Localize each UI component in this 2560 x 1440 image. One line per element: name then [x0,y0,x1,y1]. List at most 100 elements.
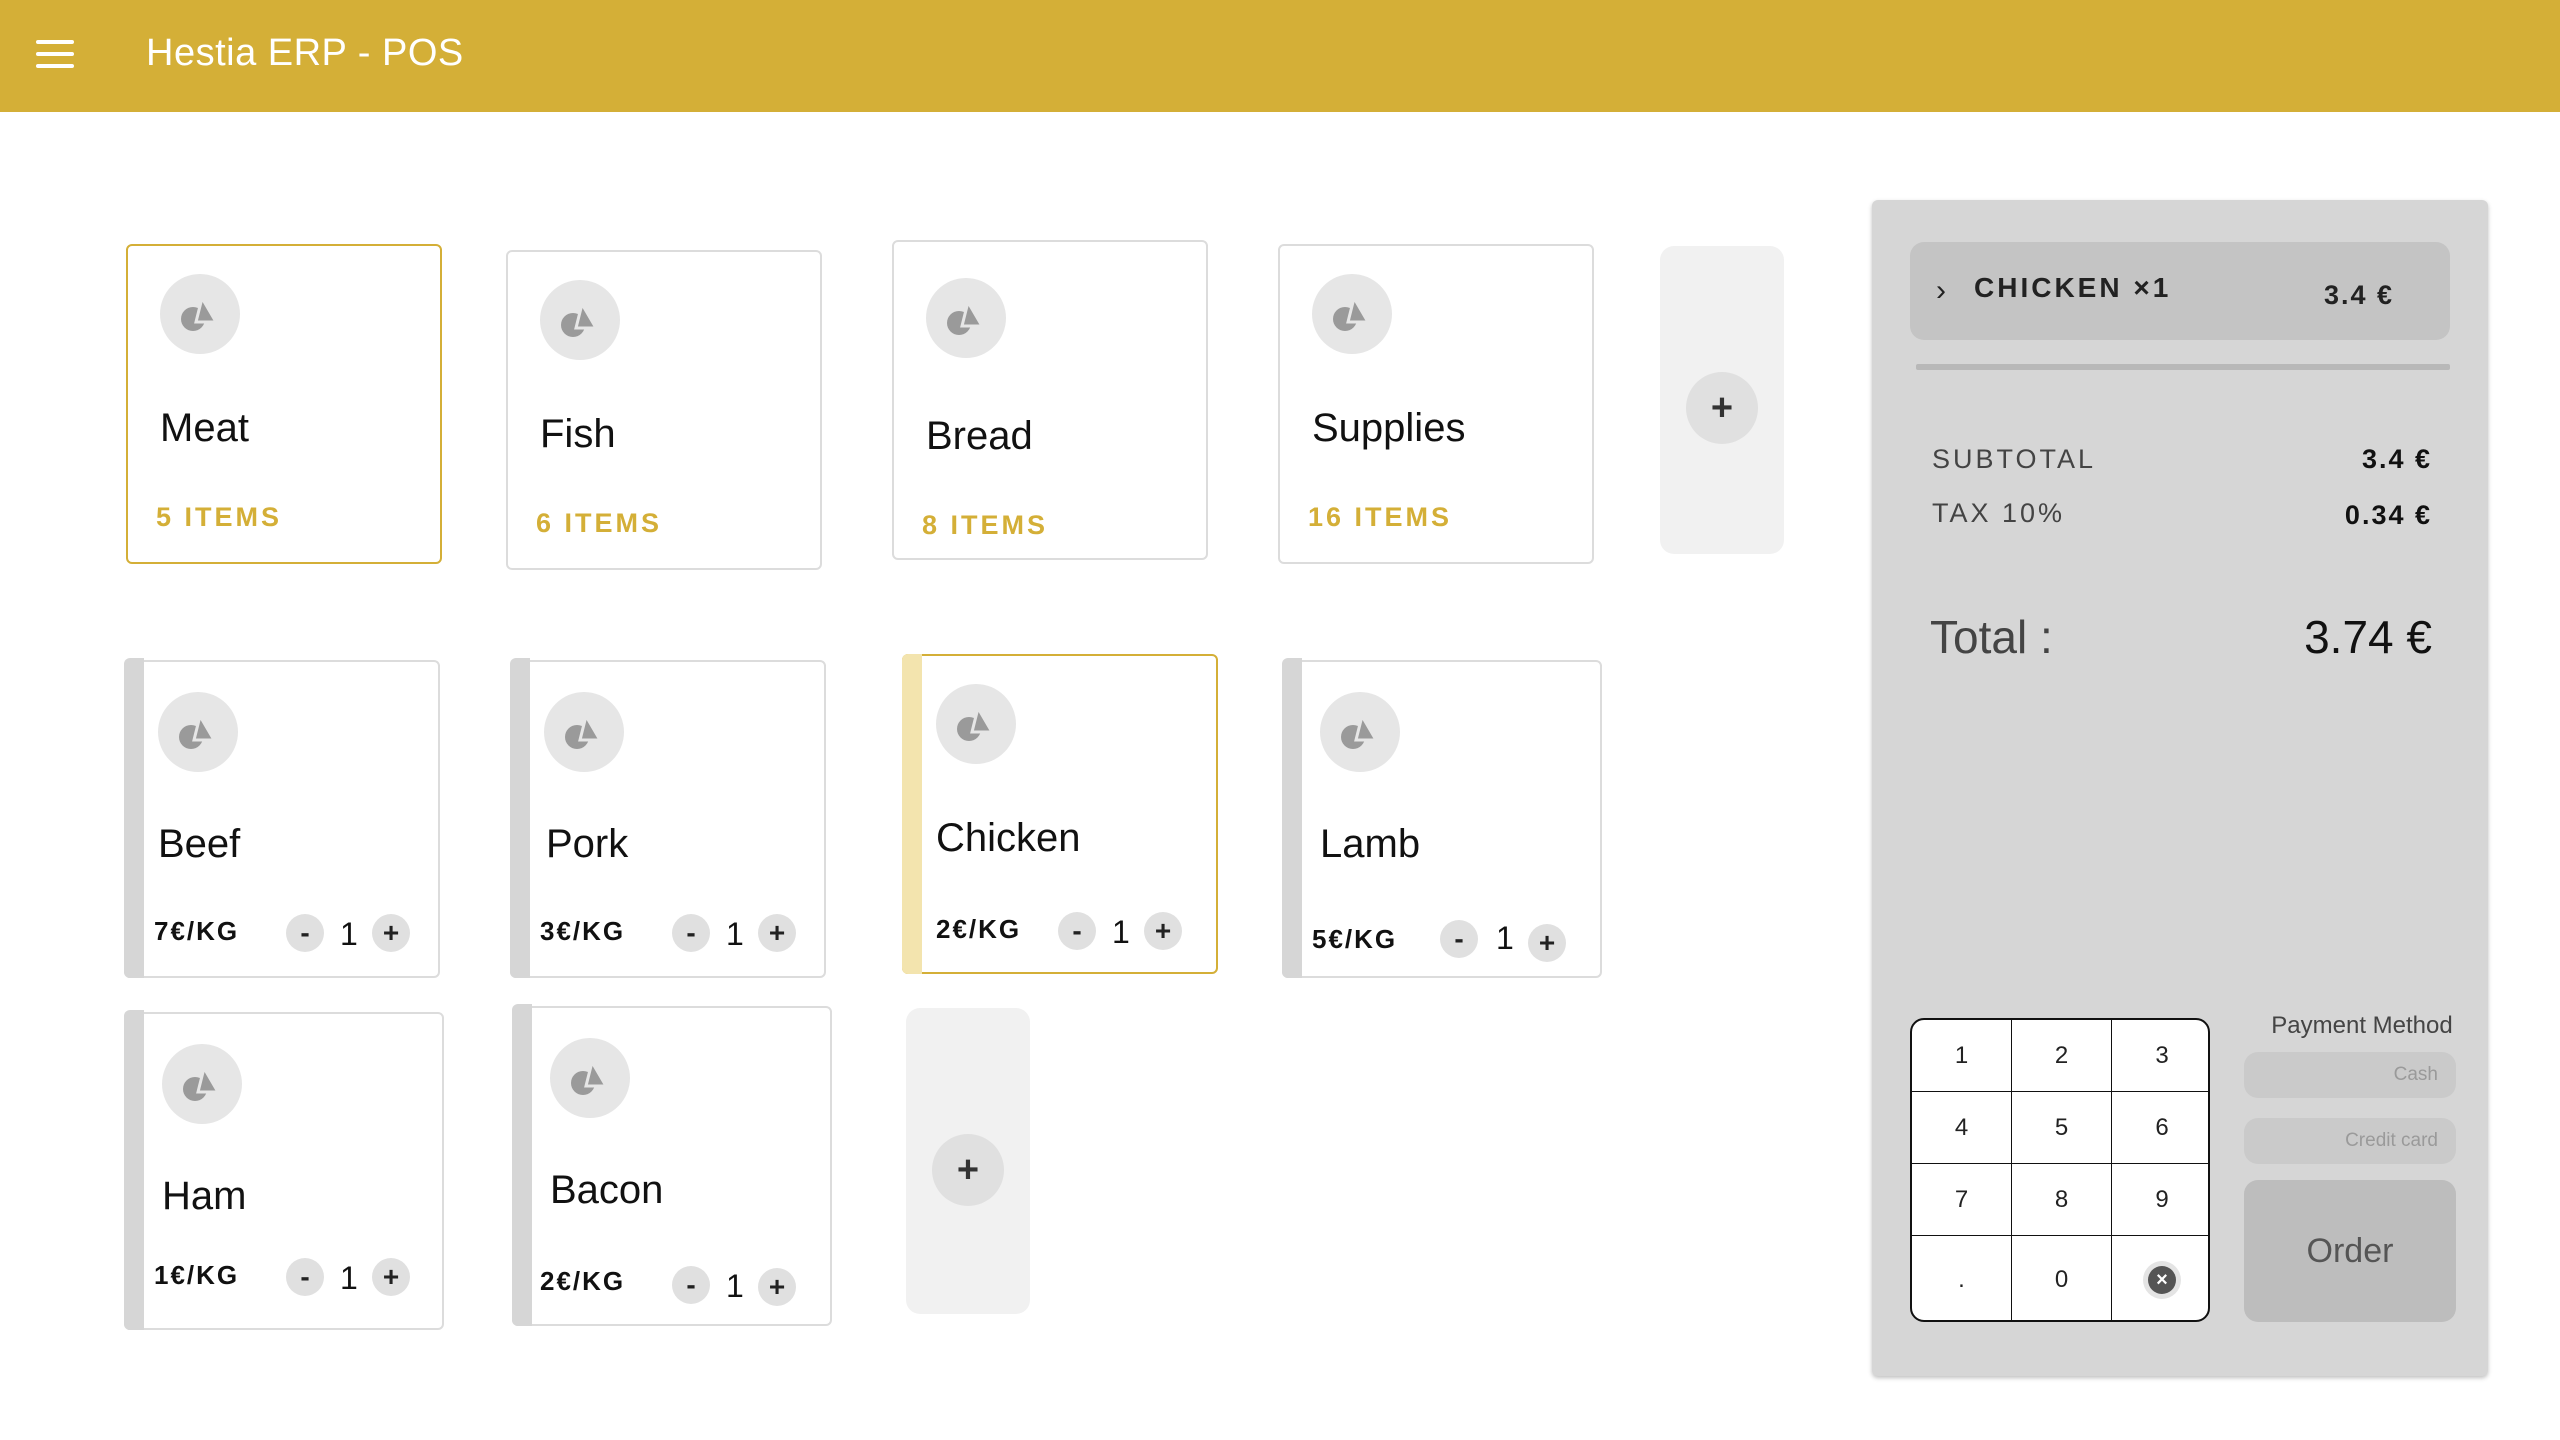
add-category-button[interactable]: + [1660,246,1784,554]
app-bar: Hestia ERP - POS [0,0,2560,112]
quantity-increase-button[interactable]: + [372,1258,410,1296]
image-placeholder-icon [160,274,240,354]
order-line-price: 3.4 € [2323,280,2394,310]
payment-cash-button[interactable]: Cash [2244,1052,2456,1098]
clear-icon: × [2143,1261,2181,1299]
product-price: 2€/KG [540,1266,626,1296]
numpad-key-4[interactable]: 4 [1912,1092,2012,1164]
numpad-key-9[interactable]: 9 [2112,1164,2208,1236]
menu-icon[interactable] [36,40,76,70]
subtotal-value: 3.4 € [2361,444,2432,474]
add-product-button[interactable]: + [906,1008,1030,1314]
product-card-ham[interactable]: Ham 1€/KG - 1 + [124,1010,444,1330]
numpad-key-6[interactable]: 6 [2112,1092,2208,1164]
quantity-value: 1 [726,916,744,952]
category-name: Meat [160,406,249,450]
product-card-bacon[interactable]: Bacon 2€/KG - 1 + [512,1004,832,1326]
quantity-increase-button[interactable]: + [372,914,410,952]
product-card-accent-bar [1282,658,1302,978]
category-item-count: 5 ITEMS [156,502,283,532]
payment-method-label: Payment Method [2271,1012,2453,1039]
plus-icon: + [932,1134,1004,1206]
category-name: Fish [540,412,616,456]
numpad-key-0[interactable]: 0 [2012,1236,2112,1320]
total-value: 3.74 € [2304,611,2432,663]
category-card-supplies[interactable]: Supplies 16 ITEMS [1278,244,1594,564]
numpad-key-3[interactable]: 3 [2112,1020,2208,1092]
numpad-key-7[interactable]: 7 [1912,1164,2012,1236]
category-item-count: 8 ITEMS [922,510,1049,540]
category-card-meat[interactable]: Meat 5 ITEMS [126,244,442,564]
product-card-accent-bar [124,1010,144,1330]
product-card-accent-bar [902,654,922,974]
category-card-bread[interactable]: Bread 8 ITEMS [892,240,1208,560]
tax-label: TAX 10% [1932,498,2066,528]
product-card-lamb[interactable]: Lamb 5€/KG - 1 + [1282,658,1602,978]
quantity-decrease-button[interactable]: - [1440,920,1478,958]
image-placeholder-icon [1320,692,1400,772]
product-price: 1€/KG [154,1260,240,1290]
product-card-beef[interactable]: Beef 7€/KG - 1 + [124,658,440,978]
numpad-key-2[interactable]: 2 [2012,1020,2112,1092]
payment-credit-card-button[interactable]: Credit card [2244,1118,2456,1164]
category-name: Bread [926,414,1033,458]
numpad: 1 2 3 4 5 6 7 8 9 . 0 × [1910,1018,2210,1322]
order-panel: › CHICKEN ×1 3.4 € SUBTOTAL 3.4 € TAX 10… [1872,200,2488,1376]
product-card-accent-bar [512,1004,532,1326]
quantity-increase-button[interactable]: + [758,1268,796,1306]
image-placeholder-icon [162,1044,242,1124]
tax-value: 0.34 € [2344,500,2432,530]
category-name: Supplies [1312,406,1466,450]
image-placeholder-icon [1312,274,1392,354]
chevron-right-icon[interactable]: › [1936,274,1946,308]
quantity-increase-button[interactable]: + [1144,912,1182,950]
product-price: 3€/KG [540,916,626,946]
divider [1916,364,2450,370]
product-name: Ham [162,1174,247,1218]
app-title: Hestia ERP - POS [146,32,464,74]
product-card-pork[interactable]: Pork 3€/KG - 1 + [510,658,826,978]
quantity-decrease-button[interactable]: - [672,914,710,952]
subtotal-label: SUBTOTAL [1932,444,2097,474]
quantity-value: 1 [1112,914,1130,950]
numpad-clear-button[interactable]: × [2112,1236,2208,1320]
order-button[interactable]: Order [2244,1180,2456,1322]
numpad-key-5[interactable]: 5 [2012,1092,2112,1164]
quantity-decrease-button[interactable]: - [286,1258,324,1296]
quantity-increase-button[interactable]: + [1528,924,1566,962]
product-card-chicken[interactable]: Chicken 2€/KG - 1 + [902,654,1218,974]
image-placeholder-icon [550,1038,630,1118]
product-price: 7€/KG [154,916,240,946]
quantity-decrease-button[interactable]: - [286,914,324,952]
product-name: Lamb [1320,822,1421,866]
product-name: Bacon [550,1168,664,1212]
quantity-value: 1 [340,916,358,952]
quantity-value: 1 [1496,920,1514,956]
image-placeholder-icon [158,692,238,772]
quantity-decrease-button[interactable]: - [1058,912,1096,950]
product-price: 2€/KG [936,914,1022,944]
product-name: Pork [546,822,629,866]
image-placeholder-icon [936,684,1016,764]
quantity-value: 1 [726,1268,744,1304]
product-card-accent-bar [510,658,530,978]
quantity-decrease-button[interactable]: - [672,1266,710,1304]
product-card-accent-bar [124,658,144,978]
order-line-name: CHICKEN ×1 [1974,272,2172,303]
numpad-key-1[interactable]: 1 [1912,1020,2012,1092]
product-price: 5€/KG [1312,924,1398,954]
category-item-count: 6 ITEMS [536,508,663,538]
category-item-count: 16 ITEMS [1308,502,1453,532]
numpad-key-8[interactable]: 8 [2012,1164,2112,1236]
quantity-increase-button[interactable]: + [758,914,796,952]
product-name: Beef [158,822,241,866]
image-placeholder-icon [926,278,1006,358]
numpad-key-decimal[interactable]: . [1912,1236,2012,1320]
order-line-item[interactable]: › CHICKEN ×1 3.4 € [1910,242,2450,340]
total-label: Total : [1930,611,2053,663]
plus-icon: + [1686,372,1758,444]
image-placeholder-icon [540,280,620,360]
category-card-fish[interactable]: Fish 6 ITEMS [506,250,822,570]
product-name: Chicken [936,816,1081,860]
image-placeholder-icon [544,692,624,772]
